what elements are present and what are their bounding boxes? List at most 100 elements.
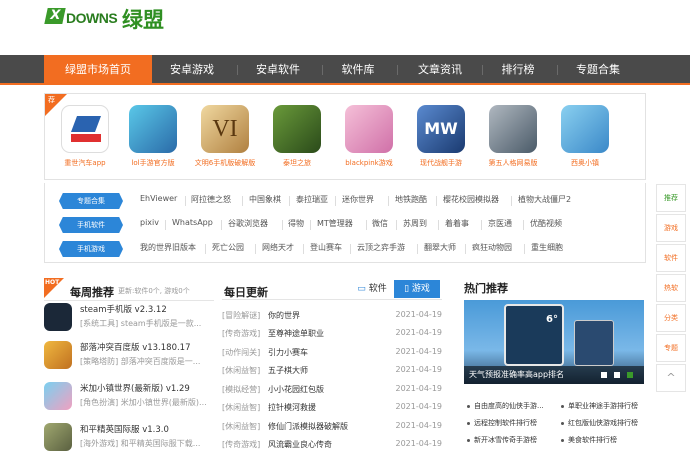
tag-link[interactable]: 泰拉瑞亚	[296, 194, 328, 205]
logo-cn-text: 绿盟	[122, 8, 164, 32]
nav-item-collections[interactable]: 专题合集	[566, 55, 630, 85]
daily-item[interactable]: [动作闯关] 引力小赛车 2021-04-19	[222, 347, 442, 361]
slide-dot-active[interactable]	[627, 372, 633, 378]
tag-link[interactable]: 得物	[288, 218, 304, 229]
daily-item[interactable]: [休闲益智] 五子棋大师 2021-04-19	[222, 365, 442, 379]
clash-icon	[44, 341, 72, 369]
hot-link[interactable]: 单职业神途手游排行榜	[561, 401, 638, 411]
daily-item[interactable]: [传奇游戏] 风流霸业良心传奇 2021-04-19	[222, 439, 442, 453]
slide-dot[interactable]	[601, 372, 607, 378]
tag-link[interactable]: 谷歌浏览器	[228, 218, 268, 229]
logo-text: DOWNS	[66, 10, 118, 26]
daily-item[interactable]: [模拟经营] 小小花园红包版 2021-04-19	[222, 384, 442, 398]
logo-x-mark: X	[44, 8, 66, 24]
tag-link[interactable]: 云顶之弈手游	[357, 242, 405, 253]
tag-link[interactable]: 网络天才	[262, 242, 294, 253]
app-card[interactable]: 西奥小镇	[553, 105, 617, 168]
hot-link[interactable]: 自由度高的仙侠手游...	[467, 401, 544, 411]
tag-link[interactable]: 着着事	[445, 218, 469, 229]
tag-link[interactable]: 重生细胞	[531, 242, 563, 253]
app-card[interactable]: 第五人格网易版	[481, 105, 545, 168]
tag-link[interactable]: 迷你世界	[342, 194, 374, 205]
tag-link[interactable]: 微信	[372, 218, 388, 229]
sidebar-item-software[interactable]: 软件	[656, 244, 686, 272]
app-card[interactable]: lol手游官方版	[121, 105, 185, 168]
daily-title: 每日更新	[224, 286, 268, 299]
tag-link[interactable]: 植物大战僵尸2	[518, 194, 571, 205]
tag-link[interactable]: 疯狂动物园	[472, 242, 512, 253]
app-name: 现代战舰手游	[420, 159, 462, 167]
tag-link[interactable]: 苏周到	[403, 218, 427, 229]
weekly-item-desc: [海外游戏] 和平精英国际服下载...	[80, 439, 201, 448]
tag-link[interactable]: MT管理器	[317, 218, 353, 229]
tab-games[interactable]: ▯ 游戏	[394, 280, 440, 298]
slide-dot[interactable]	[614, 372, 620, 378]
app-card[interactable]: 泰坦之旅	[265, 105, 329, 168]
tag-row-games: 手机游戏 我的世界旧版本 死亡公园 网络天才 登山赛车 云顶之弈手游 翻翠大师 …	[45, 237, 647, 259]
back-to-top-icon[interactable]: ^	[656, 364, 686, 392]
tag-link[interactable]: pixiv	[140, 218, 159, 227]
row-label: 手机软件	[59, 217, 123, 233]
app-card[interactable]: VI 文明6手机版破解版	[193, 105, 257, 168]
tag-link[interactable]: 京医通	[488, 218, 512, 229]
tag-link[interactable]: 阿拉德之怒	[191, 194, 231, 205]
row-label: 手机游戏	[59, 241, 123, 257]
hot-title: 热门推荐	[464, 282, 508, 295]
daily-item[interactable]: [休闲益智] 拉针模河救援 2021-04-19	[222, 402, 442, 416]
app-name: lol手游官方版	[131, 159, 175, 167]
nav-item-rankings[interactable]: 排行榜	[490, 55, 546, 85]
tag-link[interactable]: 樱花校园模拟器	[443, 194, 499, 205]
nav-item-articles[interactable]: 文章资讯	[408, 55, 472, 85]
weekly-item-desc: [角色扮演] 米加小镇世界(最新版)...	[80, 398, 207, 407]
app-card[interactable]: MW 现代战舰手游	[409, 105, 473, 168]
tag-row-software: 手机软件 pixiv WhatsApp 谷歌浏览器 得物 MT管理器 微信 苏周…	[45, 213, 647, 235]
sidebar-item-categories[interactable]: 分类	[656, 304, 686, 332]
hot-badge-text: HOT	[45, 279, 60, 286]
phone-image: 6°	[504, 304, 564, 366]
hot-link[interactable]: 新开冰雪传奇手游榜	[467, 435, 537, 445]
sidebar-item-recommend[interactable]: 推荐	[656, 184, 686, 212]
tag-link[interactable]: 死亡公园	[212, 242, 244, 253]
weekly-item-title: steam手机版 v2.3.12	[80, 305, 167, 315]
recommended-apps: 荐 重世汽车app lol手游官方版 VI 文明6手机版破解版 泰坦之旅 blac…	[44, 93, 646, 180]
gamepad-icon: ▯	[404, 284, 410, 294]
weekly-item-title: 米加小镇世界(最新版) v1.29	[80, 384, 190, 394]
tab-software[interactable]: ▭ 软件	[352, 281, 392, 298]
tag-link[interactable]: WhatsApp	[172, 218, 213, 227]
nav-item-software-library[interactable]: 软件库	[330, 55, 386, 85]
tag-link[interactable]: EhViewer	[140, 194, 177, 203]
tag-link[interactable]: 我的世界旧版本	[140, 242, 196, 253]
nav-item-android-games[interactable]: 安卓游戏	[160, 55, 224, 85]
daily-item[interactable]: [传奇游戏] 至尊神途单职业 2021-04-19	[222, 328, 442, 342]
app-name: 第五人格网易版	[488, 159, 538, 167]
sidebar-item-hot-software[interactable]: 热软	[656, 274, 686, 302]
weekly-subtitle: 更新:软件0个, 游戏0个	[118, 287, 190, 295]
hot-link[interactable]: 远程控制软件排行榜	[467, 418, 537, 428]
app-card[interactable]: blackpink游戏	[337, 105, 401, 168]
sidebar-item-games[interactable]: 游戏	[656, 214, 686, 242]
tag-link[interactable]: 优酷视频	[530, 218, 562, 229]
nav-item-home[interactable]: 绿盟市场首页	[44, 55, 152, 85]
tag-link[interactable]: 中国象棋	[249, 194, 281, 205]
tag-rows: 专题合集 EhViewer 阿拉德之怒 中国象棋 泰拉瑞亚 迷你世界 地铁跑酷 …	[44, 183, 646, 263]
nav-item-android-software[interactable]: 安卓软件	[246, 55, 310, 85]
monitor-icon: ▭	[357, 284, 366, 294]
tag-row-collections: 专题合集 EhViewer 阿拉德之怒 中国象棋 泰拉瑞亚 迷你世界 地铁跑酷 …	[45, 189, 647, 211]
main-nav: 绿盟市场首页 安卓游戏 安卓软件 软件库 文章资讯 排行榜 专题合集	[0, 55, 690, 85]
hot-banner[interactable]: 6° 天气预报准确率高app排名	[464, 300, 644, 384]
sidebar-item-topics[interactable]: 专题	[656, 334, 686, 362]
tag-link[interactable]: 地铁跑酷	[395, 194, 427, 205]
site-logo[interactable]: X DOWNS 绿盟	[44, 4, 166, 32]
daily-item[interactable]: [冒险解谜] 你的世界 2021-04-19	[222, 310, 442, 324]
app-card[interactable]: 重世汽车app	[53, 105, 117, 168]
hot-link[interactable]: 红包版仙侠游戏排行榜	[561, 418, 638, 428]
tag-link[interactable]: 翻翠大师	[424, 242, 456, 253]
tag-link[interactable]: 登山赛车	[310, 242, 342, 253]
app-name: 重世汽车app	[64, 159, 106, 167]
app-name: blackpink游戏	[345, 159, 393, 167]
banner-caption: 天气预报准确率高app排名	[469, 370, 565, 379]
app-name: 文明6手机版破解版	[194, 159, 256, 167]
daily-item[interactable]: [休闲益智] 修仙门派模拟器破解版 2021-04-19	[222, 421, 442, 435]
weekly-item-desc: [系统工具] steam手机版是一款...	[80, 319, 202, 328]
hot-link[interactable]: 美食软件排行榜	[561, 435, 617, 445]
